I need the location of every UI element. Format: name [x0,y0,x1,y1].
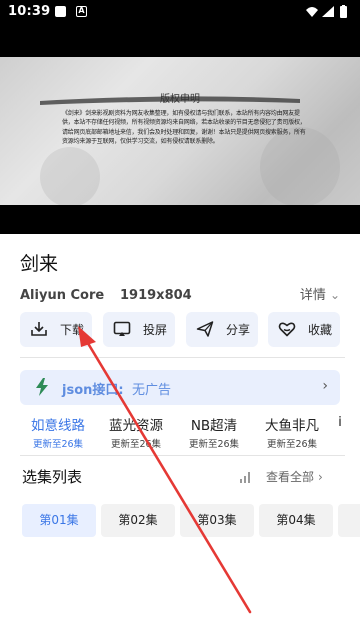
source-selector[interactable]: json接口: 无广告 › [20,370,340,405]
chevron-right-icon: › [318,470,323,484]
action-row: 下载 投屏 分享 收藏 [20,312,340,347]
a-notification-icon: A [76,6,87,17]
line-name: NB超清 [190,418,238,434]
video-frame: 版权申明 《剑来》剑来影视剧资料为网友收集整理，如有侵权请与我们联系，本站所有内… [0,57,360,205]
status-time: 10:39 [8,4,51,19]
line-item-ruyi[interactable]: 如意线路 更新至26集 [20,414,96,450]
download-button[interactable]: 下载 [20,312,92,347]
line-item-more[interactable]: i [330,414,350,432]
line-update: 更新至26集 [110,439,162,450]
divider [20,357,345,358]
download-icon [31,322,47,336]
line-update: 更新至26集 [188,439,240,450]
source-label: json接口: [62,383,124,398]
signal-bars-icon [240,472,250,483]
line-item-nb[interactable]: NB超清 更新至26集 [176,414,252,450]
view-all-link[interactable]: 查看全部 › [266,468,323,485]
line-selector: 如意线路 更新至26集 蓝光资源 更新至26集 NB超清 更新至26集 大鱼非凡… [20,414,360,454]
player-core-label: Aliyun Core [20,288,105,303]
heart-icon [278,322,296,337]
episodes-header: 选集列表 查看全部 › [0,466,360,488]
line-name: 大鱼非凡 [265,418,319,434]
share-button[interactable]: 分享 [186,312,258,347]
copyright-title: 版权申明 [160,94,200,105]
episode-list: 第01集 第02集 第03集 第04集 [22,504,360,537]
chevron-right-icon: › [322,378,328,394]
wifi-icon [306,7,318,17]
line-name: 蓝光资源 [109,418,163,434]
line-update: 更新至26集 [32,439,84,450]
details-link[interactable]: 详情 ⌄ [300,284,340,303]
episodes-title: 选集列表 [22,468,83,486]
source-value: 无广告 [132,383,172,398]
favorite-label: 收藏 [308,323,333,337]
resolution-label: 1919x804 [120,288,192,303]
line-name: i [338,414,342,430]
cast-button[interactable]: 投屏 [103,312,175,347]
download-label: 下载 [60,323,85,337]
view-all-label: 查看全部 [266,470,315,484]
episode-button[interactable]: 第03集 [180,504,254,537]
details-link-label: 详情 [299,288,326,303]
line-item-dayu[interactable]: 大鱼非凡 更新至26集 [254,414,330,450]
share-label: 分享 [226,323,251,337]
episode-button[interactable]: 第04集 [259,504,333,537]
chevron-down-icon: ⌄ [329,288,340,302]
share-icon [196,321,214,337]
lightning-icon [36,378,48,396]
cast-label: 投屏 [143,323,168,337]
episode-button[interactable]: 第01集 [22,504,96,537]
notification-icon [55,6,66,17]
divider [20,455,345,456]
status-bar: 10:39 A [0,0,360,24]
cast-icon [113,321,131,336]
copyright-body: 《剑来》剑来影视剧资料为网友收集整理，如有侵权请与我们联系，本站所有内容均由网友… [62,110,306,146]
battery-icon [340,6,347,18]
signal-icon [322,6,334,17]
episode-button[interactable]: 第02集 [101,504,175,537]
episode-button-partial[interactable] [338,504,360,537]
line-item-languang[interactable]: 蓝光资源 更新至26集 [98,414,174,450]
status-icons [306,5,347,18]
line-name: 如意线路 [31,418,85,434]
video-player[interactable]: 版权申明 《剑来》剑来影视剧资料为网友收集整理，如有侵权请与我们联系，本站所有内… [0,24,360,234]
line-update: 更新至26集 [266,439,318,450]
video-title: 剑来 [20,253,59,275]
favorite-button[interactable]: 收藏 [268,312,340,347]
